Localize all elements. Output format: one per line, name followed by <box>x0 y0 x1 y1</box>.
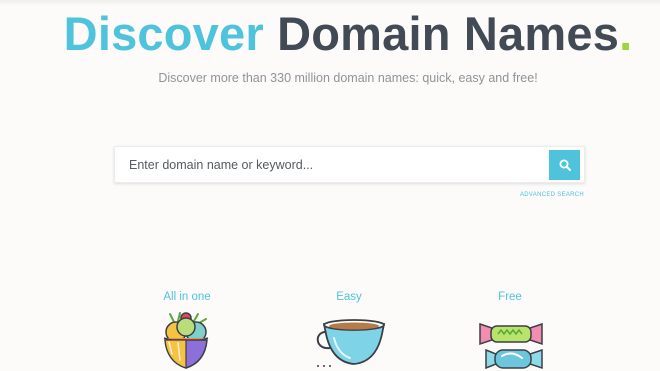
candy-icon <box>479 322 543 370</box>
page-subtitle: Discover more than 330 million domain na… <box>158 71 538 85</box>
search-icon <box>559 159 571 171</box>
title-main-words: Domain Names <box>263 7 620 60</box>
domain-search-input[interactable] <box>115 147 551 182</box>
advanced-search-link[interactable]: ADVANCED SEARCH <box>520 192 584 198</box>
title-accent-word: Discover <box>63 7 264 60</box>
search-button[interactable] <box>549 150 580 180</box>
ice-cream-sundae-icon <box>163 312 209 369</box>
search-bar <box>114 146 585 183</box>
page-title: Discover Domain Names. <box>0 6 660 62</box>
feature-label-free: Free <box>498 291 522 303</box>
coffee-cup-icon <box>316 319 386 367</box>
feature-label-all-in-one: All in one <box>163 291 211 303</box>
title-dot: . <box>619 7 633 60</box>
feature-label-easy: Easy <box>336 291 362 303</box>
